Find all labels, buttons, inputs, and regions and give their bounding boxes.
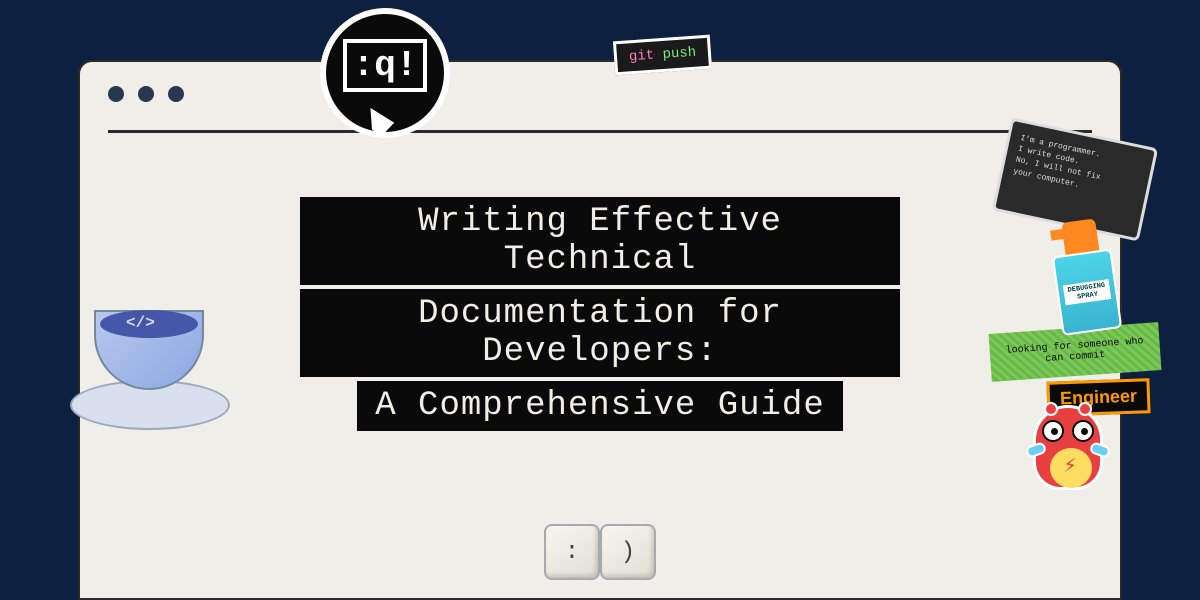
title-line-1: Writing Effective Technical — [300, 197, 900, 285]
speech-tail-icon — [366, 108, 396, 138]
spray-trigger-icon — [1061, 218, 1099, 254]
git-push-sticker: git push — [613, 35, 712, 76]
gopher-arm-icon — [1088, 441, 1111, 459]
spray-label-text: DEBUGGING SPRAY — [1063, 279, 1111, 305]
article-title: Writing Effective Technical Documentatio… — [300, 195, 900, 433]
teacup-sticker: </> — [70, 300, 230, 430]
window-dot-icon — [138, 86, 154, 102]
title-line-3: A Comprehensive Guide — [357, 381, 842, 431]
colon-key-icon: : — [544, 524, 600, 580]
gopher-arm-icon — [1024, 441, 1047, 459]
gopher-eye-icon — [1042, 420, 1064, 442]
gopher-body-icon: ⚡ — [1033, 405, 1103, 490]
title-line-2: Documentation for Developers: — [300, 289, 900, 377]
gopher-eye-icon — [1072, 420, 1094, 442]
code-brackets-icon: </> — [126, 314, 155, 332]
lightning-bolt-icon: ⚡ — [1064, 453, 1077, 479]
browser-divider — [108, 130, 1092, 133]
git-text: git — [629, 48, 655, 66]
gopher-superhero-sticker: ⚡ — [1025, 405, 1110, 505]
push-text: push — [654, 45, 697, 64]
gopher-ear-icon — [1078, 402, 1092, 416]
paren-key-icon: ) — [600, 524, 656, 580]
window-dot-icon — [168, 86, 184, 102]
window-dot-icon — [108, 86, 124, 102]
spray-nozzle-icon — [1050, 229, 1065, 241]
commit-text: looking for someone who can commit — [993, 335, 1156, 368]
emoticon-keys-sticker: : ) — [544, 524, 656, 580]
gopher-ear-icon — [1044, 402, 1058, 416]
vim-quit-sticker: :q! — [320, 8, 450, 138]
browser-window-controls — [108, 86, 184, 102]
vim-quit-text: :q! — [343, 39, 428, 92]
spray-bottle-icon: DEBUGGING SPRAY — [1052, 248, 1123, 336]
